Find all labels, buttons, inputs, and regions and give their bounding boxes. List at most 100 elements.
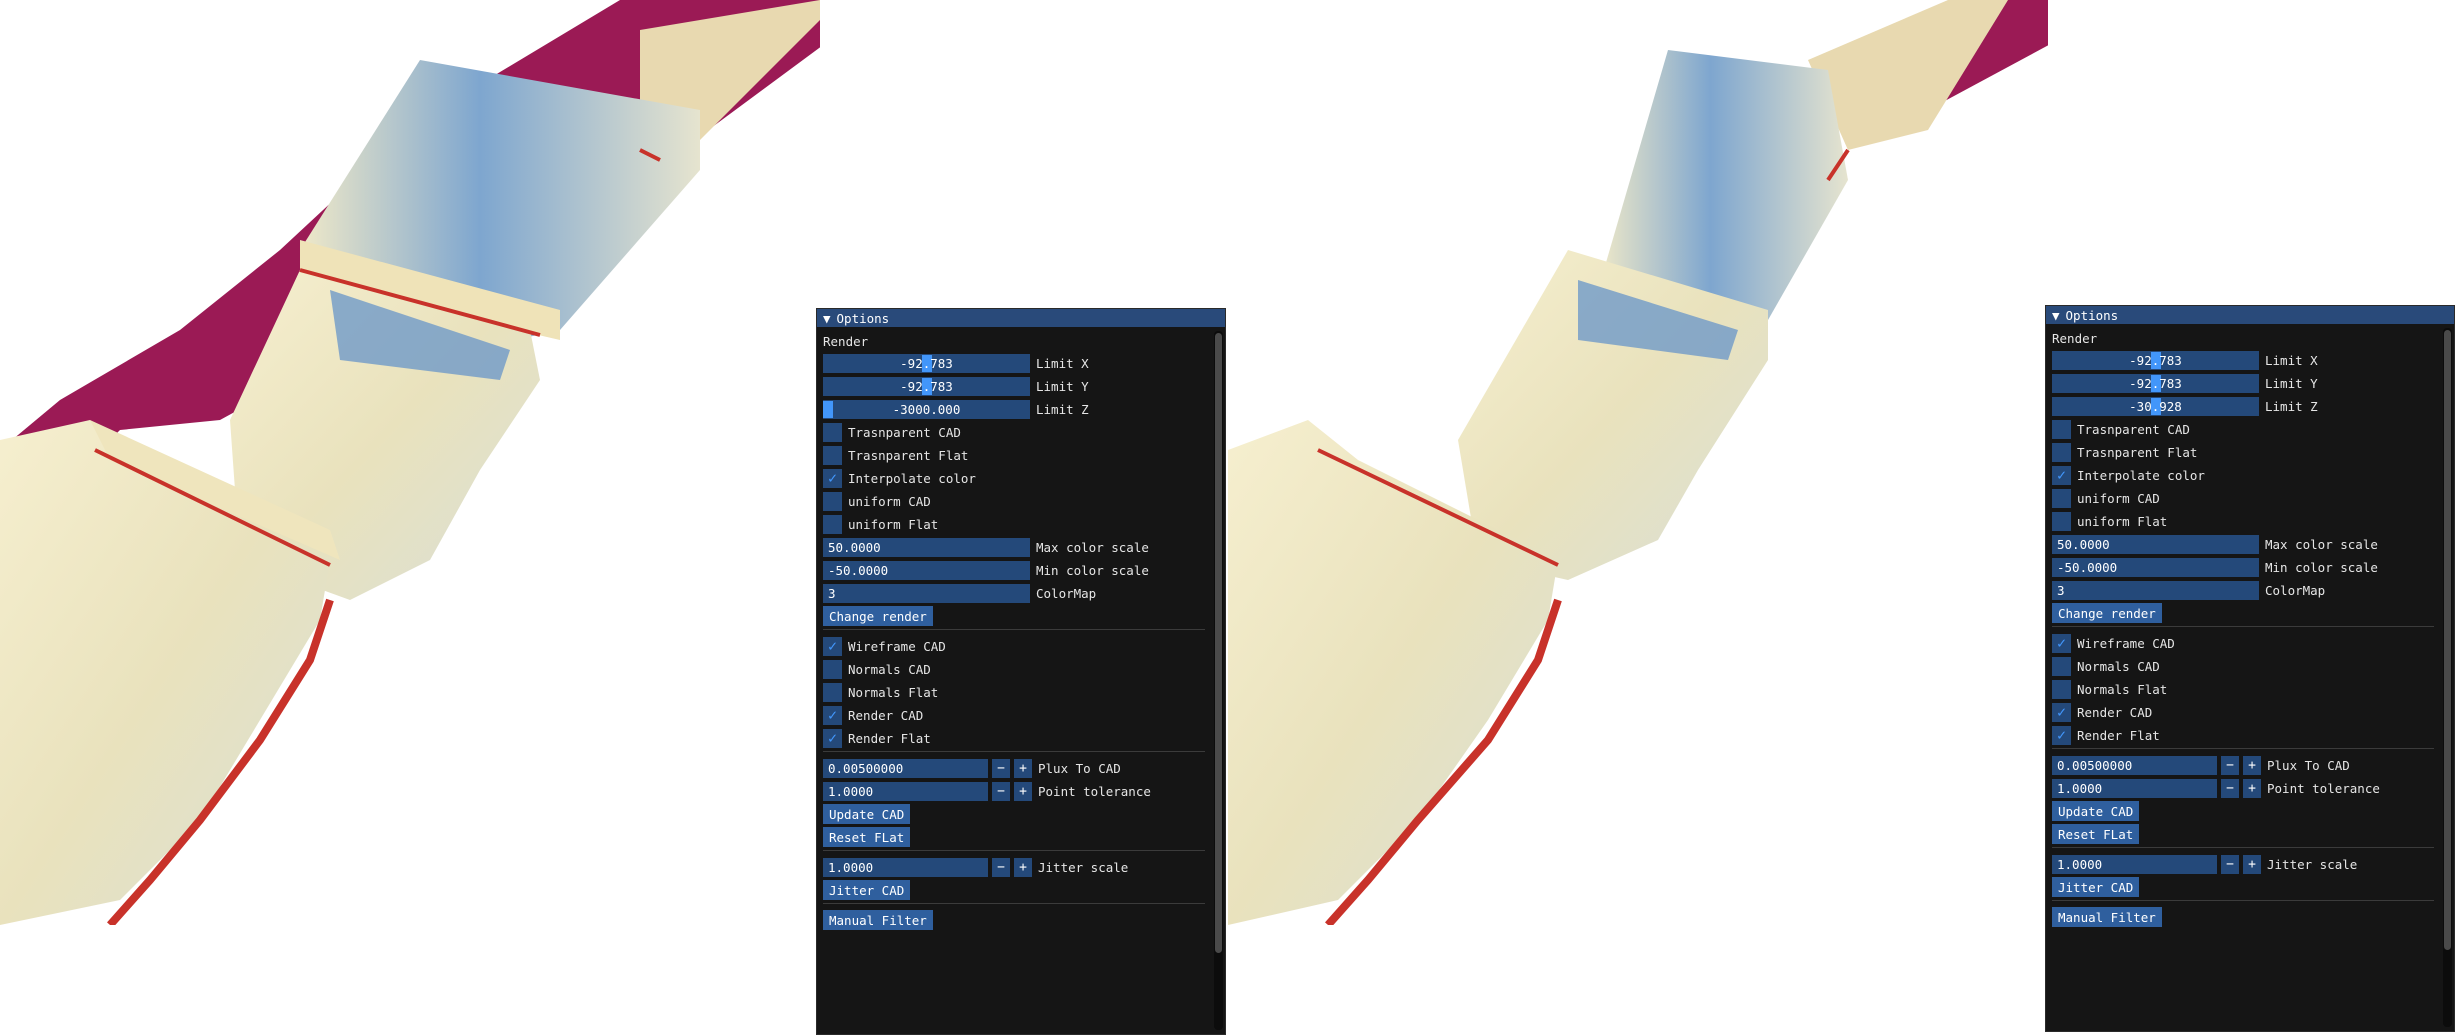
vertical-scrollbar[interactable] — [1214, 331, 1223, 1030]
checkbox[interactable] — [2052, 679, 2071, 699]
stepper-label: Plux To CAD — [2267, 757, 2350, 773]
checkbox[interactable]: ✓ — [2052, 633, 2071, 653]
collapse-triangle-icon[interactable]: ▼ — [823, 311, 831, 326]
stepper-input[interactable]: 0.00500000 — [2052, 755, 2217, 775]
window-titlebar[interactable]: ▼ Options — [817, 309, 1225, 327]
checkbox-row[interactable]: Normals Flat — [2052, 679, 2434, 699]
checkbox-row[interactable]: ✓ Interpolate color — [2052, 465, 2434, 485]
vertical-scrollbar[interactable] — [2443, 328, 2452, 1027]
checkbox[interactable]: ✓ — [2052, 465, 2071, 485]
separator — [823, 629, 1205, 630]
viewport-left[interactable] — [0, 0, 820, 925]
minus-button[interactable]: − — [2221, 778, 2239, 798]
number-input[interactable]: -50.0000 — [823, 560, 1030, 580]
checkbox-row[interactable]: ✓ Render Flat — [2052, 725, 2434, 745]
plus-button[interactable]: + — [2243, 854, 2261, 874]
plus-button[interactable]: + — [2243, 778, 2261, 798]
checkbox[interactable] — [823, 682, 842, 702]
checkbox[interactable]: ✓ — [823, 468, 842, 488]
checkbox-row[interactable]: Normals Flat — [823, 682, 1205, 702]
limit-slider[interactable]: -92.783 — [823, 353, 1030, 373]
checkbox-row[interactable]: Trasnparent CAD — [823, 422, 1205, 442]
checkbox[interactable] — [823, 445, 842, 465]
number-input[interactable]: -50.0000 — [2052, 557, 2259, 577]
checkbox-row[interactable]: uniform Flat — [823, 514, 1205, 534]
number-input[interactable]: 50.0000 — [2052, 534, 2259, 554]
jitter-input[interactable]: 1.0000 — [2052, 854, 2217, 874]
manual-filter-button[interactable]: Manual Filter — [2052, 907, 2162, 927]
checkbox[interactable] — [2052, 419, 2071, 439]
scrollbar-thumb[interactable] — [2444, 330, 2451, 950]
number-input[interactable]: 50.0000 — [823, 537, 1030, 557]
minus-button[interactable]: − — [2221, 755, 2239, 775]
limit-slider[interactable]: -92.783 — [2052, 350, 2259, 370]
number-input[interactable]: 3 — [823, 583, 1030, 603]
update-cad-button[interactable]: Update CAD — [2052, 801, 2140, 821]
limit-label: Limit Y — [1036, 378, 1089, 394]
checkbox[interactable] — [2052, 442, 2071, 462]
jitter-cad-button[interactable]: Jitter CAD — [2052, 877, 2140, 897]
checkbox-row[interactable]: uniform Flat — [2052, 511, 2434, 531]
viewport-right[interactable] — [1228, 0, 2048, 925]
stepper-input[interactable]: 1.0000 — [2052, 778, 2217, 798]
limit-slider[interactable]: -92.783 — [2052, 373, 2259, 393]
slider-value: -92.783 — [900, 378, 953, 394]
manual-filter-button[interactable]: Manual Filter — [823, 910, 933, 930]
checkbox[interactable]: ✓ — [2052, 725, 2071, 745]
change-render-button[interactable]: Change render — [2052, 603, 2162, 623]
minus-button[interactable]: − — [2221, 854, 2239, 874]
checkbox-row[interactable]: Trasnparent CAD — [2052, 419, 2434, 439]
checkbox[interactable]: ✓ — [823, 636, 842, 656]
slider-grab[interactable] — [823, 400, 833, 418]
checkbox[interactable] — [823, 514, 842, 534]
checkbox-row[interactable]: Normals CAD — [823, 659, 1205, 679]
checkbox-row[interactable]: ✓ Render CAD — [2052, 702, 2434, 722]
jitter-input[interactable]: 1.0000 — [823, 857, 988, 877]
minus-button[interactable]: − — [992, 781, 1010, 801]
checkbox[interactable]: ✓ — [823, 728, 842, 748]
window-titlebar[interactable]: ▼ Options — [2046, 306, 2454, 324]
reset-flat-button[interactable]: Reset FLat — [2052, 824, 2140, 844]
checkbox-row[interactable]: ✓ Interpolate color — [823, 468, 1205, 488]
checkbox[interactable]: ✓ — [2052, 702, 2071, 722]
checkbox-row[interactable]: Normals CAD — [2052, 656, 2434, 676]
reset-flat-button[interactable]: Reset FLat — [823, 827, 911, 847]
stepper-input[interactable]: 1.0000 — [823, 781, 988, 801]
checkbox[interactable] — [2052, 488, 2071, 508]
checkbox[interactable]: ✓ — [823, 705, 842, 725]
checkbox[interactable] — [823, 491, 842, 511]
minus-button[interactable]: − — [992, 857, 1010, 877]
checkbox[interactable] — [2052, 656, 2071, 676]
slider-value: -92.783 — [2129, 375, 2182, 391]
button-row: Jitter CAD — [823, 880, 1205, 900]
plus-button[interactable]: + — [2243, 755, 2261, 775]
number-input[interactable]: 3 — [2052, 580, 2259, 600]
plus-button[interactable]: + — [1014, 857, 1032, 877]
limit-slider[interactable]: -30.928 — [2052, 396, 2259, 416]
checkbox-row[interactable]: Trasnparent Flat — [2052, 442, 2434, 462]
limit-slider[interactable]: -3000.000 — [823, 399, 1030, 419]
jitter-cad-button[interactable]: Jitter CAD — [823, 880, 911, 900]
collapse-triangle-icon[interactable]: ▼ — [2052, 308, 2060, 323]
minus-button[interactable]: − — [992, 758, 1010, 778]
change-render-button[interactable]: Change render — [823, 606, 933, 626]
checkbox-row[interactable]: uniform CAD — [823, 491, 1205, 511]
scrollbar-thumb[interactable] — [1215, 333, 1222, 953]
limit-slider[interactable]: -92.783 — [823, 376, 1030, 396]
checkbox-row[interactable]: ✓ Wireframe CAD — [823, 636, 1205, 656]
checkbox-row[interactable]: ✓ Render Flat — [823, 728, 1205, 748]
mesh-render-right — [1228, 0, 2048, 925]
plus-button[interactable]: + — [1014, 781, 1032, 801]
checkbox-label: Render CAD — [848, 707, 924, 723]
checkbox-row[interactable]: uniform CAD — [2052, 488, 2434, 508]
plus-button[interactable]: + — [1014, 758, 1032, 778]
checkbox[interactable] — [2052, 511, 2071, 531]
stepper-input[interactable]: 0.00500000 — [823, 758, 988, 778]
button-row: Change render — [823, 606, 1205, 626]
checkbox[interactable] — [823, 422, 842, 442]
checkbox-row[interactable]: ✓ Render CAD — [823, 705, 1205, 725]
checkbox-row[interactable]: Trasnparent Flat — [823, 445, 1205, 465]
checkbox[interactable] — [823, 659, 842, 679]
checkbox-row[interactable]: ✓ Wireframe CAD — [2052, 633, 2434, 653]
update-cad-button[interactable]: Update CAD — [823, 804, 911, 824]
